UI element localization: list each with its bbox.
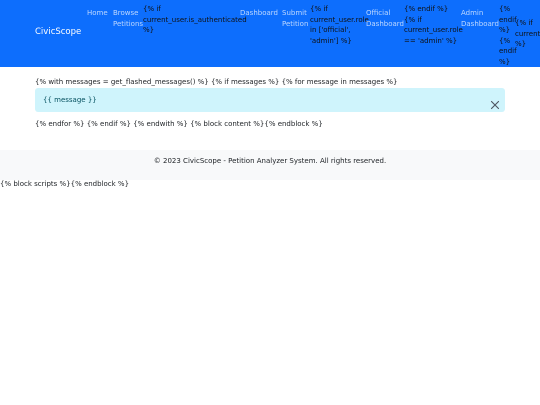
nav-link-dashboard[interactable]: Dashboard	[240, 8, 278, 19]
brand-link[interactable]: CivicScope	[35, 27, 81, 37]
close-icon[interactable]	[490, 95, 500, 110]
nav-template-authenticated: {% if current_user.is_authenticated %}	[143, 5, 247, 34]
nav-template-role-official: {% if current_user.role in ['official', …	[310, 5, 369, 45]
navbar: CivicScope Home Browse Petitions {% if c…	[0, 0, 540, 67]
nav-link-admin-dashboard[interactable]: Admin Dashboard	[461, 8, 499, 29]
nav-link-browse-petitions[interactable]: Browse Petitions	[113, 8, 143, 29]
alert-message: {{ message }}	[43, 96, 97, 104]
nav-template-current-user: {% if current_user %}	[515, 19, 540, 48]
footer-copyright: © 2023 CivicScope - Petition Analyzer Sy…	[153, 157, 387, 165]
flash-messages-template: {% with messages = get_flashed_messages(…	[35, 78, 398, 86]
content-block-template: {% endfor %} {% endif %} {% endwith %} {…	[35, 120, 323, 128]
nav-link-official-dashboard[interactable]: Official Dashboard	[366, 8, 404, 29]
nav-template-endif: {% endif %} {% endif %}	[499, 5, 517, 66]
nav-template-role-admin: {% endif %} {% if current_user.role == '…	[404, 5, 463, 45]
scripts-block-template: {% block scripts %}{% endblock %}	[0, 180, 130, 188]
nav-link-home[interactable]: Home	[87, 8, 109, 19]
footer: © 2023 CivicScope - Petition Analyzer Sy…	[0, 150, 540, 180]
flash-alert: {{ message }}	[35, 88, 505, 112]
nav-link-submit-petition[interactable]: Submit Petition	[282, 8, 308, 29]
